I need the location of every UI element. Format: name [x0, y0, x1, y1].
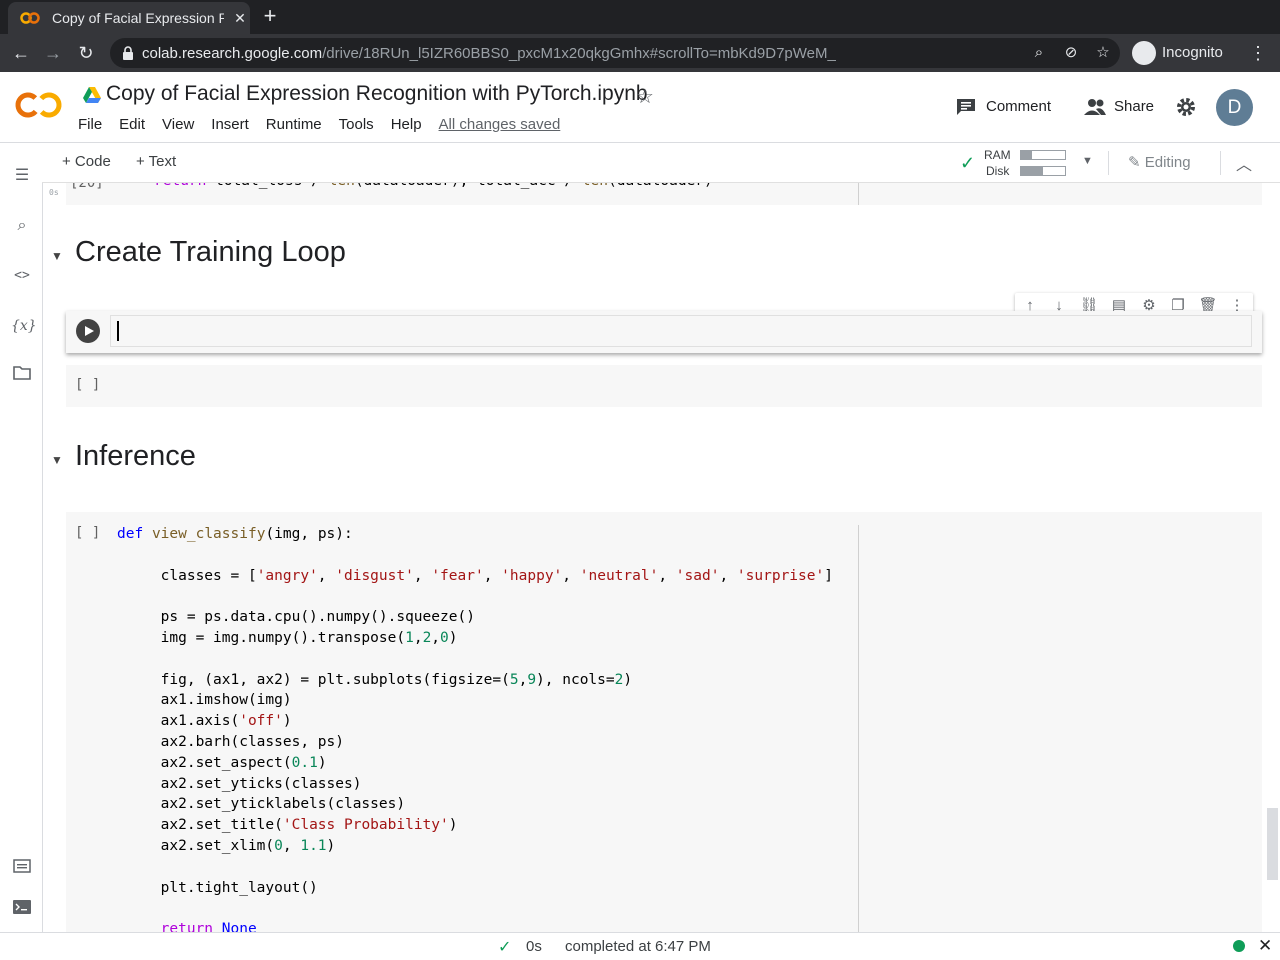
section-heading: Create Training Loop [75, 236, 346, 268]
menu-edit[interactable]: Edit [119, 116, 145, 133]
folder-icon[interactable] [11, 365, 33, 387]
disk-label: Disk [986, 164, 1010, 178]
editing-mode-button[interactable]: ✎ Editing [1128, 153, 1191, 171]
line-ruler [858, 183, 859, 205]
colab-favicon-icon [20, 12, 40, 24]
menu-tools[interactable]: Tools [339, 116, 374, 133]
exec-count: [20] [70, 183, 104, 191]
left-sidebar: ☰ ⌕ <> {x} [0, 143, 43, 933]
menu-help[interactable]: Help [391, 116, 422, 133]
execution-duration: 0s [526, 938, 542, 955]
incognito-label: Incognito [1162, 44, 1223, 61]
resource-monitor[interactable]: ✓ RAM Disk ▼ [958, 147, 1094, 179]
share-label: Share [1114, 98, 1155, 115]
connected-check-icon: ✓ [960, 153, 976, 173]
reload-icon[interactable]: ↻ [75, 42, 97, 64]
code-line: return total_loss / len(dataloader), tot… [154, 183, 713, 189]
comment-icon [957, 99, 975, 115]
disk-meter [1020, 166, 1066, 176]
close-icon[interactable]: ✕ [1258, 936, 1272, 956]
status-bar: ✓ 0s completed at 6:47 PM ✕ [0, 932, 1280, 960]
chevron-down-icon[interactable]: ▼ [1082, 155, 1093, 167]
lock-icon [123, 46, 133, 60]
code-block[interactable]: def view_classify(img, ps): classes = ['… [117, 524, 833, 933]
code-snippets-icon[interactable]: <> [11, 265, 33, 287]
collapse-section-icon[interactable]: ▼ [51, 249, 63, 263]
colab-logo-icon[interactable] [14, 90, 64, 120]
code-cell-empty[interactable] [66, 365, 1262, 407]
incognito-icon [1132, 41, 1156, 65]
execution-status[interactable]: completed at 6:47 PM [565, 938, 711, 955]
exec-time: 0s [49, 188, 59, 197]
saved-status[interactable]: All changes saved [439, 116, 561, 133]
variables-icon[interactable]: {x} [11, 315, 37, 337]
colab-header: Copy of Facial Expression Recognition wi… [0, 72, 1280, 143]
close-tab-icon[interactable]: ✕ [232, 10, 248, 26]
scrollbar[interactable] [1267, 808, 1278, 880]
settings-gear-icon[interactable] [1175, 96, 1197, 118]
add-text-cell-button[interactable]: + Text [136, 153, 176, 170]
command-palette-icon[interactable] [11, 858, 33, 880]
bookmark-star-icon[interactable]: ☆ [1094, 44, 1112, 62]
notebook-area: [20] 0s return total_loss / len(dataload… [43, 183, 1267, 933]
google-drive-icon[interactable] [82, 86, 102, 104]
divider [1108, 151, 1109, 175]
search-icon[interactable]: ⌕ [11, 215, 33, 237]
ram-meter [1020, 150, 1066, 160]
user-avatar[interactable]: D [1216, 89, 1253, 126]
comment-label: Comment [986, 98, 1052, 115]
ram-label: RAM [984, 148, 1011, 162]
divider [1220, 151, 1221, 175]
people-icon [1084, 99, 1106, 115]
menu-insert[interactable]: Insert [211, 116, 249, 133]
browser-toolbar: ← → ↻ colab.research.google.com/drive/18… [0, 34, 1280, 72]
section-heading: Inference [75, 440, 196, 472]
tab-title: Copy of Facial Expression Recognition wi… [52, 10, 224, 26]
terminal-icon[interactable] [11, 899, 33, 921]
collapse-header-icon[interactable]: ︿ [1236, 151, 1252, 175]
zoom-icon[interactable]: ⌕ [1030, 44, 1048, 62]
menu-file[interactable]: File [78, 116, 102, 133]
code-cell-active[interactable] [66, 311, 1262, 353]
table-of-contents-icon[interactable]: ☰ [11, 165, 33, 187]
eye-off-icon[interactable]: ⊘ [1062, 44, 1080, 62]
collapse-section-icon[interactable]: ▼ [51, 453, 63, 467]
text-cursor [117, 321, 119, 341]
notebook-toolbar: + Code + Text ✓ RAM Disk ▼ ✎ Editing ︿ [42, 143, 1280, 183]
star-icon[interactable]: ☆ [636, 84, 654, 109]
run-cell-button[interactable] [76, 319, 100, 343]
back-arrow-icon[interactable]: ← [10, 42, 32, 64]
play-icon [85, 326, 94, 336]
editing-label: Editing [1144, 154, 1191, 171]
menu-view[interactable]: View [162, 116, 194, 133]
connection-status-dot [1233, 940, 1245, 952]
exec-count: [ ] [75, 377, 101, 393]
new-tab-icon[interactable]: + [258, 5, 282, 29]
line-ruler [858, 525, 859, 933]
menu-bar: File Edit View Insert Runtime Tools Help All ch… [78, 116, 577, 138]
url-text: colab.research.google.com/drive/18RUn_l5… [142, 45, 836, 62]
code-editor[interactable] [110, 315, 1252, 347]
browser-menu-icon[interactable]: ⋮ [1248, 42, 1268, 64]
menu-runtime[interactable]: Runtime [266, 116, 322, 133]
exec-count: [ ] [75, 525, 101, 541]
add-code-cell-button[interactable]: + Code [62, 153, 111, 170]
browser-tabstrip: Copy of Facial Expression Recognition wi… [0, 0, 1280, 34]
address-bar[interactable]: colab.research.google.com/drive/18RUn_l5… [110, 38, 1120, 68]
completed-check-icon: ✓ [498, 939, 512, 956]
forward-arrow-icon[interactable]: → [42, 42, 64, 64]
pencil-icon: ✎ [1128, 154, 1141, 171]
notebook-title[interactable]: Copy of Facial Expression Recognition wi… [106, 82, 648, 106]
browser-tab[interactable]: Copy of Facial Expression Recognition wi… [8, 2, 250, 34]
